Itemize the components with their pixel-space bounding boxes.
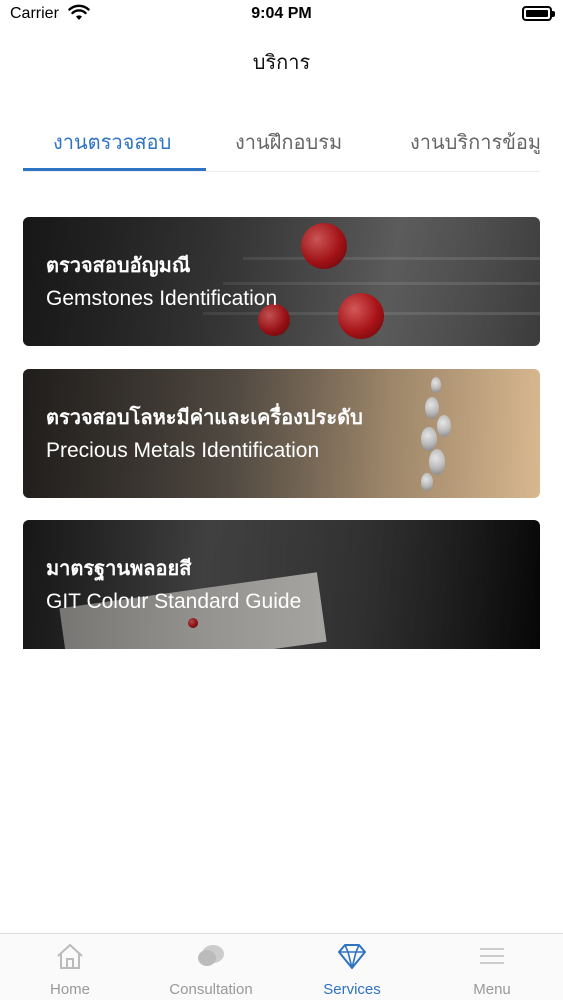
- menu-icon: [480, 948, 504, 964]
- tab-inspection[interactable]: งานตรวจสอบ: [53, 126, 171, 158]
- tab-information-service[interactable]: งานบริการข้อมู: [410, 126, 540, 158]
- category-tabs: งานตรวจสอบ งานฝึกอบรม งานบริการข้อมู: [23, 116, 540, 172]
- diamond-icon: [338, 944, 366, 969]
- card-title-thai: ตรวจสอบอัญมณี: [46, 253, 191, 277]
- tabbar-home[interactable]: Home: [0, 934, 140, 1000]
- tabbar-consultation[interactable]: Consultation: [141, 934, 281, 1000]
- bottom-tab-bar: Home Consultation Services Menu: [0, 933, 563, 1000]
- service-card-gemstones[interactable]: ตรวจสอบอัญมณี Gemstones Identification: [23, 217, 540, 346]
- tab-training[interactable]: งานฝึกอบรม: [235, 126, 342, 158]
- status-bar: Carrier 9:04 PM: [0, 0, 563, 30]
- battery-icon: [522, 6, 555, 21]
- home-icon: [57, 943, 83, 969]
- tabbar-label: Home: [49, 981, 90, 998]
- service-card-precious-metals[interactable]: ตรวจสอบโลหะมีค่าและเครื่องประดับ Preciou…: [23, 369, 540, 498]
- page-title: บริการ: [252, 50, 311, 74]
- active-tab-indicator: [23, 168, 206, 171]
- card-title-english: Precious Metals Identification: [46, 439, 320, 462]
- tabbar-services[interactable]: Services: [282, 934, 422, 1000]
- service-card-colour-standard[interactable]: มาตรฐานพลอยสี GIT Colour Standard Guide: [23, 520, 540, 649]
- card-title-thai: มาตรฐานพลอยสี: [46, 556, 192, 580]
- card-title-thai: ตรวจสอบโลหะมีค่าและเครื่องประดับ: [46, 405, 363, 429]
- tabbar-menu[interactable]: Menu: [422, 934, 562, 1000]
- chat-bubble-icon: [198, 945, 224, 966]
- tabbar-label: Menu: [473, 981, 511, 998]
- clock: 9:04 PM: [251, 5, 312, 22]
- tabbar-label: Services: [323, 981, 381, 998]
- tabbar-label: Consultation: [169, 981, 253, 998]
- services-screen: Carrier 9:04 PM บริการ งานตรวจสอบ งานฝึก…: [0, 0, 563, 1000]
- card-title-english: Gemstones Identification: [46, 287, 278, 310]
- card-title-english: GIT Colour Standard Guide: [46, 590, 302, 613]
